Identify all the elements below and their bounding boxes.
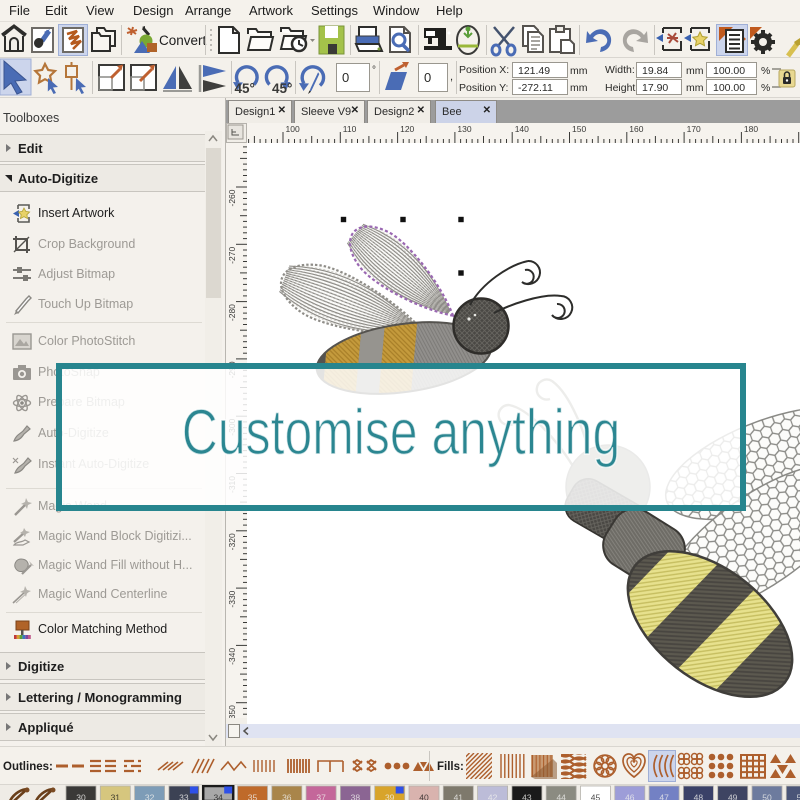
svg-text:Position X:: Position X: (459, 64, 509, 76)
svg-text:-320: -320 (227, 533, 237, 550)
svg-text:,: , (450, 71, 453, 83)
svg-text:49: 49 (728, 793, 738, 800)
svg-text:35: 35 (248, 793, 258, 800)
svg-text:180: 180 (744, 124, 758, 134)
svg-text:120: 120 (400, 124, 414, 134)
svg-text:Fills:: Fills: (437, 761, 464, 773)
svg-text:mm: mm (570, 65, 588, 77)
svg-text:36: 36 (282, 793, 292, 800)
svg-text:100.00: 100.00 (713, 65, 745, 77)
svg-text:17.90: 17.90 (642, 82, 668, 94)
svg-text:45°: 45° (235, 81, 255, 96)
svg-text:44: 44 (556, 793, 566, 800)
svg-text:Width:: Width: (605, 64, 635, 76)
svg-text:%: % (761, 65, 770, 77)
svg-text:42: 42 (488, 793, 498, 800)
svg-text:-260: -260 (227, 189, 237, 206)
svg-text:-272.11: -272.11 (518, 82, 553, 94)
svg-text:40: 40 (419, 793, 429, 800)
svg-text:34: 34 (213, 793, 223, 800)
svg-text:39: 39 (385, 793, 395, 800)
svg-text:50: 50 (762, 793, 772, 800)
svg-text:-330: -330 (227, 590, 237, 607)
svg-text:47: 47 (659, 793, 669, 800)
svg-text:160: 160 (629, 124, 643, 134)
svg-text:mm: mm (686, 82, 704, 94)
svg-text:°: ° (372, 65, 376, 76)
svg-text:Position Y:: Position Y: (459, 82, 508, 94)
svg-text:0: 0 (424, 70, 431, 85)
svg-text:170: 170 (687, 124, 701, 134)
svg-text:140: 140 (515, 124, 529, 134)
svg-text:130: 130 (457, 124, 471, 134)
svg-text:51: 51 (797, 793, 800, 800)
svg-text:-280: -280 (227, 304, 237, 321)
svg-text:-350: -350 (227, 705, 237, 718)
svg-text:46: 46 (625, 793, 635, 800)
svg-text:mm: mm (570, 82, 588, 94)
svg-text:121.49: 121.49 (518, 65, 550, 77)
svg-text:41: 41 (454, 793, 464, 800)
svg-text:48: 48 (694, 793, 704, 800)
svg-text:32: 32 (145, 793, 155, 800)
svg-text:Convert: Convert (159, 33, 207, 48)
svg-text:19.84: 19.84 (642, 65, 668, 77)
svg-text:31: 31 (111, 793, 121, 800)
svg-text:-340: -340 (227, 648, 237, 665)
svg-text:33: 33 (179, 793, 189, 800)
svg-text:-270: -270 (227, 247, 237, 264)
svg-text:43: 43 (522, 793, 532, 800)
svg-text:Height:: Height: (605, 82, 638, 94)
svg-text:100: 100 (286, 124, 300, 134)
svg-text:37: 37 (316, 793, 326, 800)
svg-text:100.00: 100.00 (713, 82, 745, 94)
svg-text:110: 110 (343, 124, 357, 134)
svg-text:150: 150 (572, 124, 586, 134)
svg-text:38: 38 (351, 793, 361, 800)
svg-text:Outlines:: Outlines: (3, 761, 53, 773)
svg-text:mm: mm (686, 65, 704, 77)
svg-text:45°: 45° (272, 81, 292, 96)
svg-text:30: 30 (76, 793, 86, 800)
svg-text:%: % (761, 82, 770, 94)
svg-text:0: 0 (342, 70, 349, 85)
svg-text:45: 45 (591, 793, 601, 800)
